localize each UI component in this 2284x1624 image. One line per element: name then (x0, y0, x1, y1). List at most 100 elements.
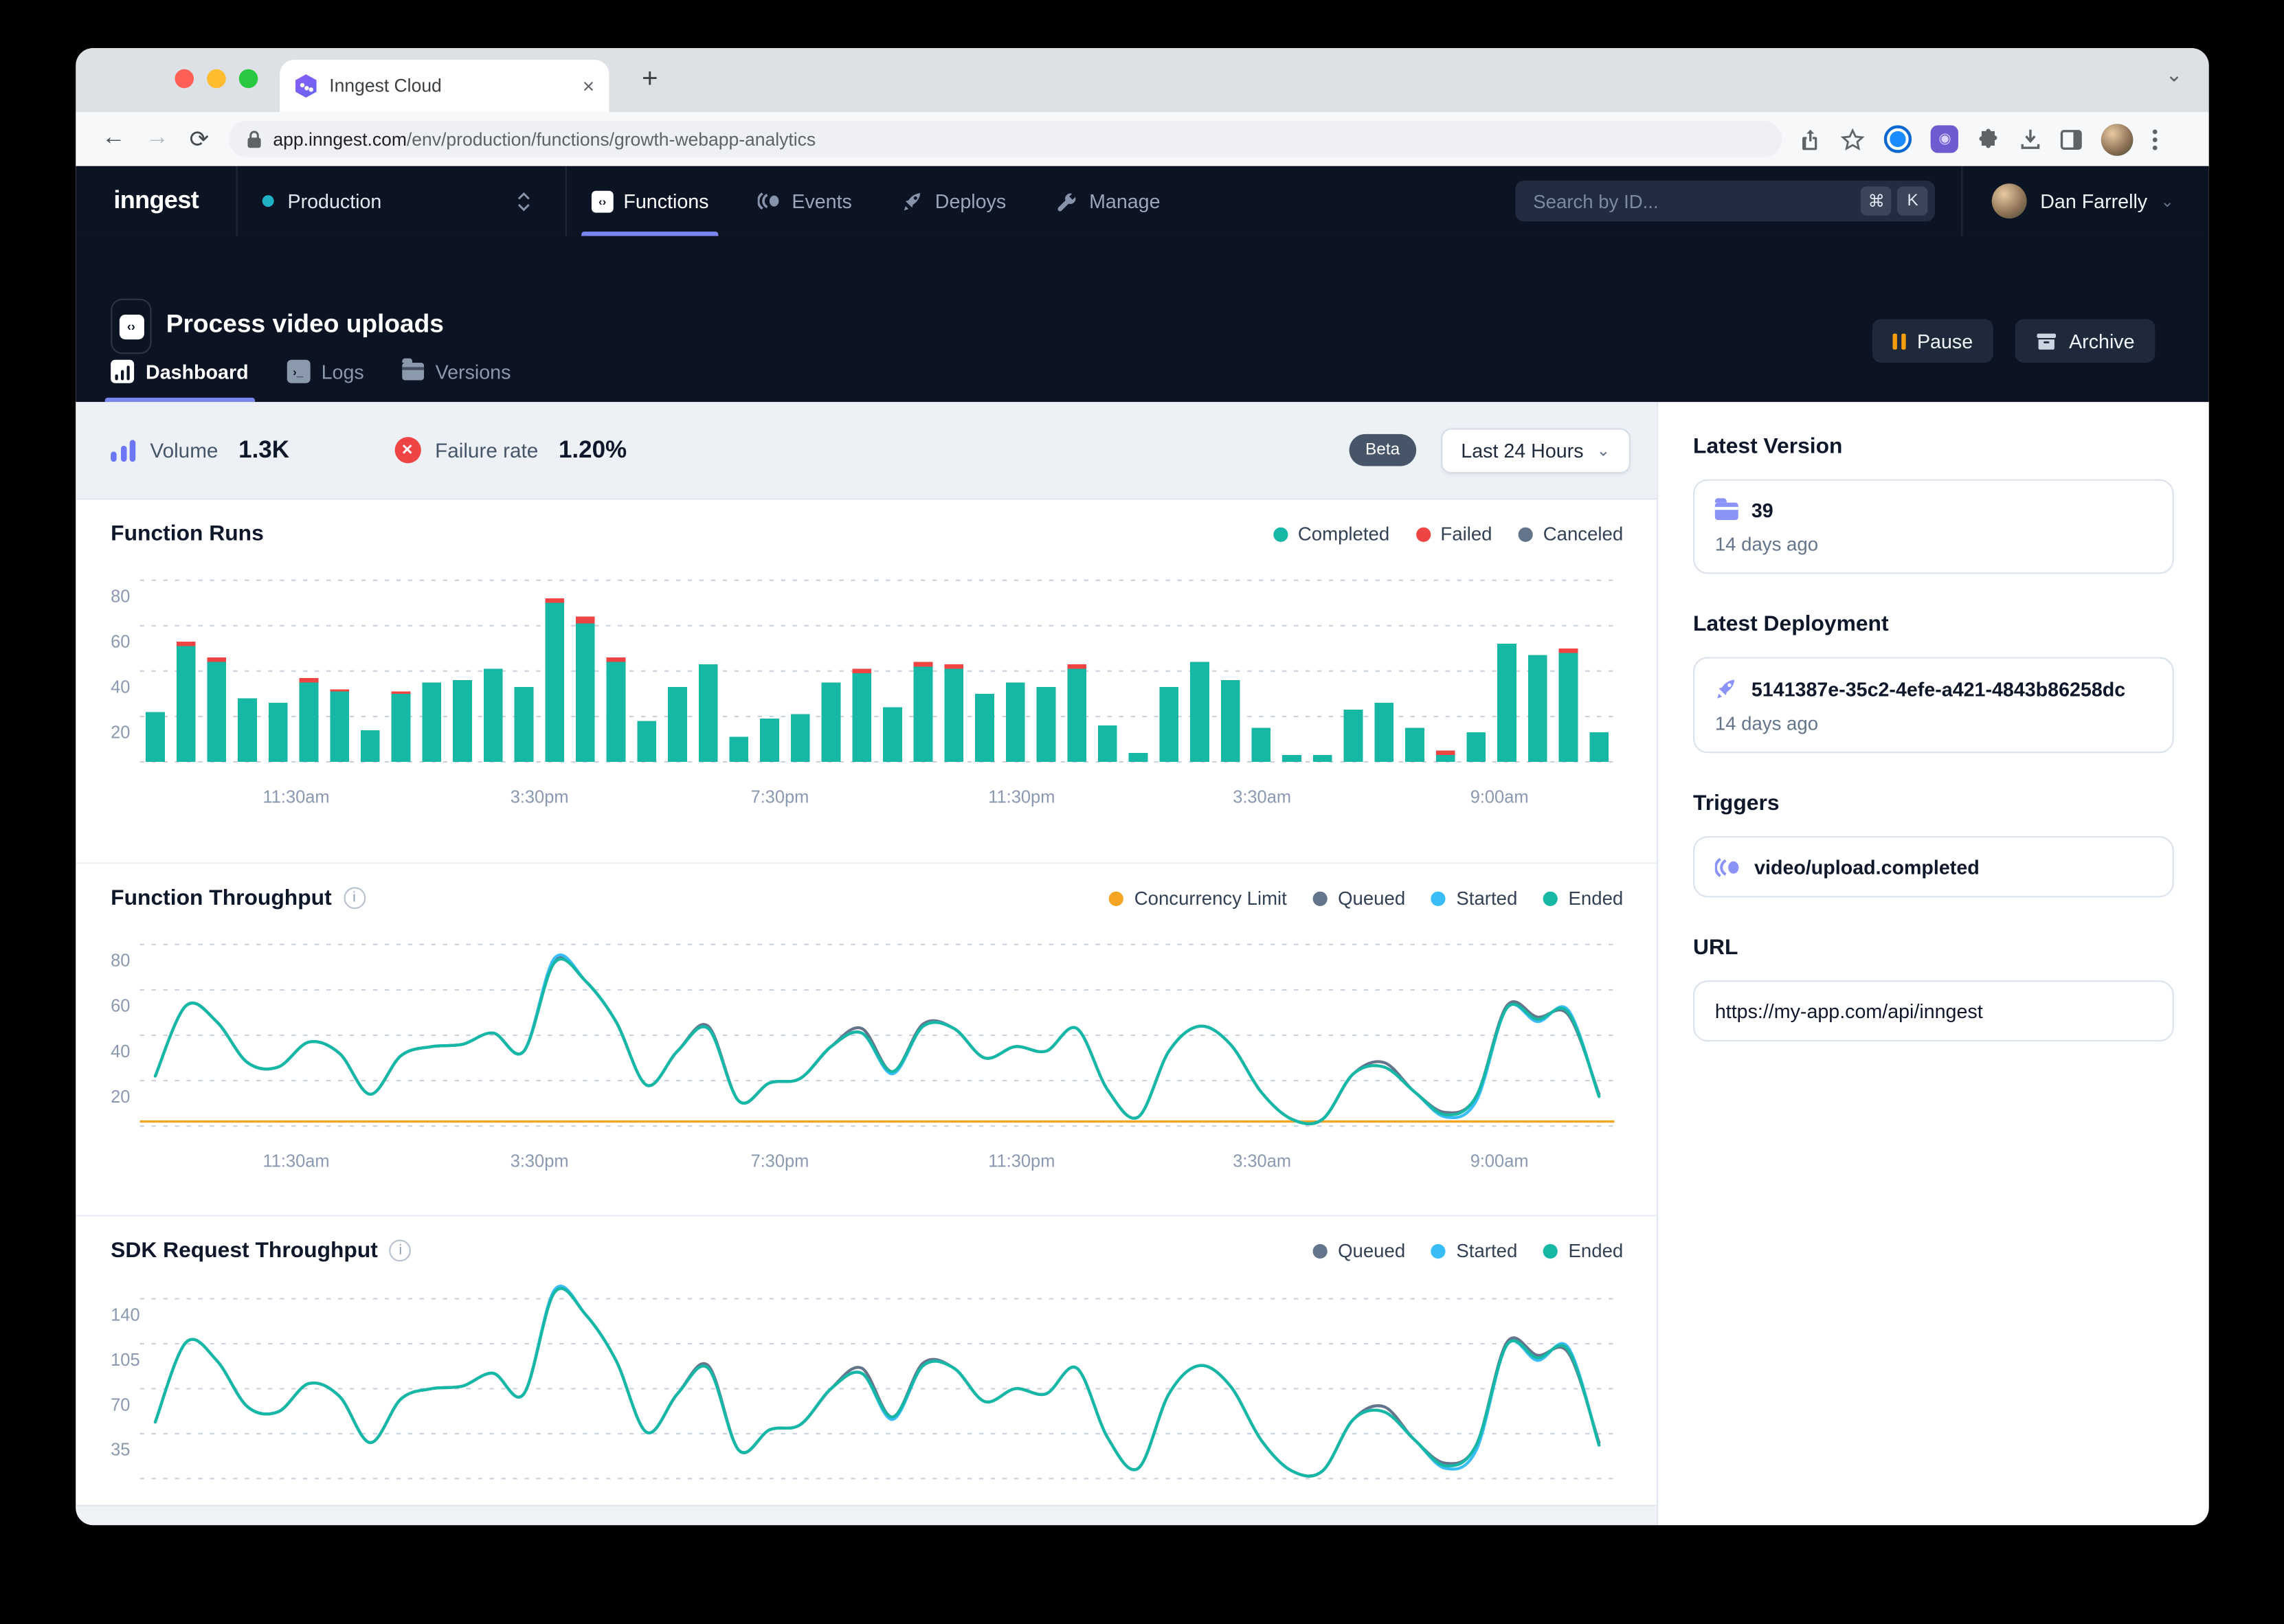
latest-version-card[interactable]: 39 14 days ago (1693, 480, 2174, 574)
nav-item-label: Functions (623, 190, 708, 212)
forward-icon[interactable]: → (146, 124, 169, 153)
archive-button[interactable]: Archive (2015, 319, 2156, 363)
functions-icon: ‹› (592, 190, 614, 212)
function-runs-section: Function Runs CompletedFailedCanceled 20… (76, 499, 1657, 864)
svg-text:3:30am: 3:30am (1233, 1152, 1291, 1171)
legend-label: Failed (1440, 523, 1492, 545)
volume-stat: Volume 1.3K (111, 436, 289, 464)
browser-profile-avatar[interactable] (2102, 123, 2134, 155)
tab-logs[interactable]: ›_ Logs (287, 360, 364, 402)
latest-deployment-time: 14 days ago (1715, 712, 2152, 734)
tab-close-icon[interactable]: × (583, 76, 594, 96)
tab-dashboard[interactable]: Dashboard (111, 360, 248, 402)
sidebar-panel-icon[interactable] (2061, 129, 2083, 150)
deployment-rocket-icon (1715, 677, 1738, 701)
pause-label: Pause (1917, 330, 1973, 352)
volume-bars-icon (111, 439, 135, 461)
env-selector-chevrons-icon (517, 192, 530, 211)
nav-item-deploys[interactable]: Deploys (877, 166, 1031, 236)
browser-menu-kebab-icon[interactable] (2153, 128, 2158, 151)
tab-versions[interactable]: Versions (402, 360, 511, 402)
info-icon[interactable]: i (344, 887, 366, 909)
page-title: Process video uploads (166, 309, 444, 340)
function-throughput-legend: Concurrency LimitQueuedStartedEnded (1110, 887, 1624, 909)
browser-tab[interactable]: Inngest Cloud × (280, 60, 609, 112)
svg-text:11:30am: 11:30am (262, 787, 329, 807)
page-header: ‹› Process video uploads Pause Archive D… (76, 236, 2208, 403)
svg-text:11:30pm: 11:30pm (988, 1152, 1055, 1171)
extensions-puzzle-icon[interactable] (1978, 128, 2001, 151)
browser-tab-strip: Inngest Cloud × + ⌄ (76, 48, 2208, 112)
svg-text:9:00am: 9:00am (1470, 1152, 1529, 1171)
latest-deployment-heading: Latest Deployment (1693, 612, 2174, 637)
bookmark-star-icon[interactable] (1841, 128, 1866, 151)
svg-text:70: 70 (111, 1395, 130, 1414)
legend-dot (1543, 891, 1558, 905)
latest-version-time: 14 days ago (1715, 533, 2152, 555)
pause-button[interactable]: Pause (1872, 319, 1993, 363)
minimize-window-button[interactable] (207, 69, 226, 89)
purple-extension-icon[interactable]: ◉ (1932, 125, 1959, 153)
legend-label: Completed (1298, 523, 1389, 545)
archive-label: Archive (2069, 330, 2134, 352)
legend-item: Completed (1273, 523, 1389, 545)
nav-item-label: Events (792, 190, 852, 212)
browser-nav-buttons: ← → ⟳ (102, 124, 209, 153)
nav-item-manage[interactable]: Manage (1031, 166, 1185, 236)
svg-text:20: 20 (111, 723, 130, 743)
versions-folder-icon (402, 363, 424, 380)
close-window-button[interactable] (175, 69, 194, 89)
tab-search-chevron-icon[interactable]: ⌄ (2166, 63, 2183, 87)
url-card[interactable]: https://my-app.com/api/inngest (1693, 980, 2174, 1041)
svg-text:80: 80 (111, 587, 130, 607)
onepassword-extension-icon[interactable] (1885, 125, 1912, 153)
volume-label: Volume (150, 438, 218, 462)
inngest-logo[interactable]: inngest (113, 186, 199, 215)
search-input[interactable]: Search by ID... ⌘ K (1516, 181, 1936, 221)
address-bar[interactable]: app.inngest.com/env/production/functions… (229, 121, 1782, 157)
info-icon[interactable]: i (390, 1240, 412, 1262)
function-throughput-chart: 2040608011:30am3:30pm7:30pm11:30pm3:30am… (111, 922, 1623, 1173)
header-actions: Pause Archive (1872, 319, 2155, 363)
reload-icon[interactable]: ⟳ (190, 124, 209, 153)
user-menu[interactable]: Dan Farrelly ⌄ (1962, 166, 2209, 236)
legend-item: Queued (1313, 887, 1405, 909)
new-tab-button[interactable]: + (629, 60, 670, 100)
legend-label: Ended (1569, 1240, 1624, 1262)
triggers-heading: Triggers (1693, 791, 2174, 815)
page-tabs: Dashboard ›_ Logs Versions (111, 360, 511, 402)
latest-deployment-card[interactable]: 5141387e-35c2-4efe-a421-4843b86258dc 14 … (1693, 657, 2174, 753)
sdk-throughput-legend: QueuedStartedEnded (1313, 1240, 1623, 1262)
failure-stat: ✕ Failure rate 1.20% (394, 436, 627, 464)
function-icon: ‹› (111, 299, 151, 354)
nav-item-label: Deploys (935, 190, 1006, 212)
share-icon[interactable] (1800, 128, 1822, 151)
svg-text:7:30pm: 7:30pm (750, 1152, 809, 1171)
window-controls (175, 69, 258, 89)
trigger-card[interactable]: video/upload.completed (1693, 836, 2174, 897)
legend-dot (1519, 527, 1533, 541)
zoom-window-button[interactable] (239, 69, 258, 89)
sdk-throughput-section: SDK Request Throughput i QueuedStartedEn… (76, 1217, 1657, 1526)
nav-item-functions[interactable]: ‹› Functions (567, 166, 734, 236)
legend-dot (1415, 527, 1430, 541)
content-area: Volume 1.3K ✕ Failure rate 1.20% Beta La… (76, 402, 2208, 1525)
function-runs-legend: CompletedFailedCanceled (1273, 523, 1623, 545)
function-runs-chart: 2040608011:30am3:30pm7:30pm11:30pm3:30am… (111, 558, 1623, 809)
function-throughput-section: Function Throughput i Concurrency Limit Q… (76, 864, 1657, 1216)
volume-value: 1.3K (238, 436, 289, 464)
function-throughput-title: Function Throughput (111, 886, 332, 910)
time-range-dropdown[interactable]: Last 24 Hours ⌄ (1441, 427, 1631, 473)
svg-text:3:30pm: 3:30pm (511, 1152, 569, 1171)
legend-label: Queued (1338, 1240, 1405, 1262)
back-icon[interactable]: ← (102, 124, 125, 153)
url-path: /env/production/functions/growth-webapp-… (407, 129, 816, 150)
legend-label: Concurrency Limit (1134, 887, 1287, 909)
svg-text:60: 60 (111, 633, 130, 652)
environment-selector[interactable]: Production (238, 166, 565, 236)
failure-value: 1.20% (559, 436, 627, 464)
dashboard-icon (111, 360, 134, 383)
downloads-icon[interactable] (2020, 128, 2042, 151)
nav-item-events[interactable]: Events (734, 166, 877, 236)
legend-label: Ended (1569, 887, 1624, 909)
